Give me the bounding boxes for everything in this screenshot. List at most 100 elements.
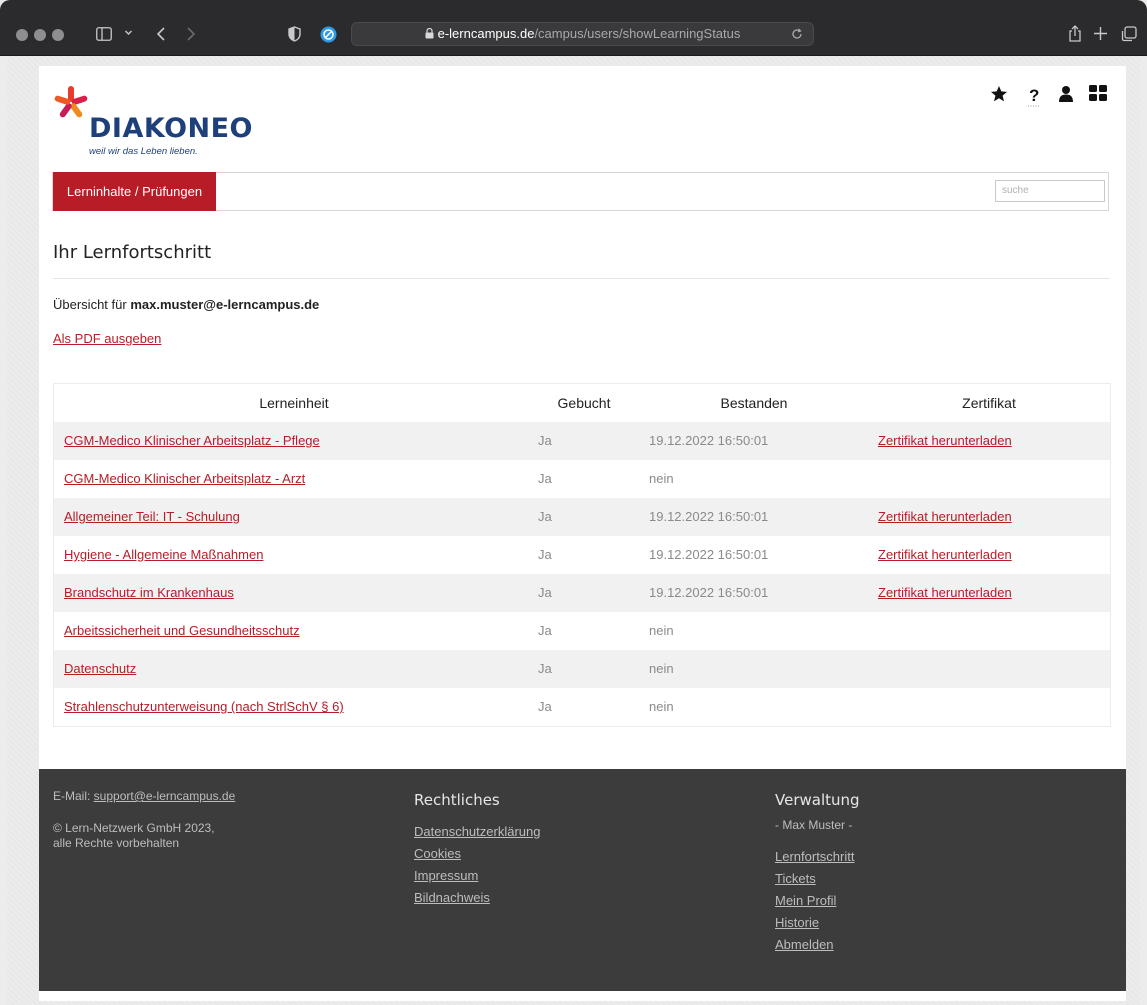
unit-link[interactable]: Allgemeiner Teil: IT - Schulung: [64, 498, 524, 536]
shield-icon[interactable]: [288, 26, 301, 45]
help-icon[interactable]: ?: [1027, 85, 1041, 112]
table-row: Strahlenschutzunterweisung (nach StrlSch…: [54, 688, 1110, 726]
lock-icon: [425, 28, 434, 39]
unit-link[interactable]: CGM-Medico Klinischer Arbeitsplatz - Pfl…: [64, 422, 524, 460]
table-row: CGM-Medico Klinischer Arbeitsplatz - Pfl…: [54, 422, 1110, 460]
booked-cell: Ja: [538, 661, 552, 676]
footer-link-privacy[interactable]: Datenschutzerklärung: [414, 821, 540, 843]
passed-cell: nein: [649, 661, 674, 676]
pdf-export-link[interactable]: Als PDF ausgeben: [53, 331, 161, 346]
footer-link-tickets[interactable]: Tickets: [775, 868, 860, 890]
footer-link-image-credits[interactable]: Bildnachweis: [414, 887, 540, 909]
logo-star-icon[interactable]: [54, 84, 88, 127]
overview-text: Übersicht für max.muster@e-lerncampus.de: [53, 297, 319, 312]
unit-link[interactable]: Brandschutz im Krankenhaus: [64, 574, 524, 612]
table-row: Brandschutz im Krankenhaus Ja 19.12.2022…: [54, 574, 1110, 612]
unit-link[interactable]: Hygiene - Allgemeine Maßnahmen: [64, 536, 524, 574]
logo-wordmark[interactable]: DIAKONEO: [89, 113, 253, 144]
footer-email-label: E-Mail:: [53, 789, 94, 803]
header-zertifikat: Zertifikat: [962, 395, 1016, 411]
passed-cell: nein: [649, 699, 674, 714]
grid-icon[interactable]: [1089, 85, 1107, 106]
table-row: Datenschutz Ja nein: [54, 650, 1110, 688]
booked-cell: Ja: [538, 509, 552, 524]
footer-legal-title: Rechtliches: [414, 791, 500, 809]
passed-cell: 19.12.2022 16:50:01: [649, 509, 769, 524]
zoom-window-button[interactable]: [52, 29, 64, 41]
nav-tab-learning-content[interactable]: Lerninhalte / Prüfungen: [53, 172, 216, 211]
table-header: Lerneinheit Gebucht Bestanden Zertifikat: [54, 384, 1110, 422]
footer-admin-column: Verwaltung - Max Muster - Lernfortschrit…: [775, 791, 860, 956]
header-icons: ?: [990, 85, 1110, 109]
tab-overview-icon[interactable]: [1121, 26, 1137, 45]
address-bar[interactable]: e-lerncampus.de/campus/users/showLearnin…: [351, 22, 814, 46]
footer-user-name: - Max Muster -: [775, 818, 853, 832]
footer-email: E-Mail: support@e-lerncampus.de: [53, 789, 235, 803]
unit-link[interactable]: Strahlenschutzunterweisung (nach StrlSch…: [64, 688, 524, 726]
passed-cell: 19.12.2022 16:50:01: [649, 547, 769, 562]
certificate-download-link[interactable]: Zertifikat herunterladen: [878, 498, 1012, 536]
booked-cell: Ja: [538, 585, 552, 600]
passed-cell: 19.12.2022 16:50:01: [649, 585, 769, 600]
certificate-download-link[interactable]: Zertifikat herunterladen: [878, 536, 1012, 574]
page-container: DIAKONEO weil wir das Leben lieben. ? Le…: [39, 66, 1126, 1001]
copyright-line-1: © Lern-Netzwerk GmbH 2023,: [53, 821, 215, 835]
footer-link-imprint[interactable]: Impressum: [414, 865, 540, 887]
user-icon[interactable]: [1058, 85, 1074, 108]
minimize-window-button[interactable]: [34, 29, 46, 41]
support-email-link[interactable]: support@e-lerncampus.de: [94, 789, 236, 803]
learning-status-table: Lerneinheit Gebucht Bestanden Zertifikat…: [53, 383, 1111, 727]
booked-cell: Ja: [538, 623, 552, 638]
table-row: Arbeitssicherheit und Gesundheitsschutz …: [54, 612, 1110, 650]
blocker-icon[interactable]: [320, 26, 337, 46]
chevron-down-icon[interactable]: [124, 28, 133, 40]
footer-link-history[interactable]: Historie: [775, 912, 860, 934]
overview-email: max.muster@e-lerncampus.de: [130, 297, 320, 312]
address-host: e-lerncampus.de: [437, 26, 535, 41]
copyright-line-2: alle Rechte vorbehalten: [53, 836, 180, 850]
unit-link[interactable]: Arbeitssicherheit und Gesundheitsschutz: [64, 612, 524, 650]
footer-link-progress[interactable]: Lernfortschritt: [775, 846, 860, 868]
main-navbar: Lerninhalte / Prüfungen suche: [52, 172, 1109, 211]
address-path: /campus/users/showLearningStatus: [534, 26, 741, 41]
unit-link[interactable]: Datenschutz: [64, 650, 524, 688]
close-window-button[interactable]: [16, 29, 28, 41]
table-row: Hygiene - Allgemeine Maßnahmen Ja 19.12.…: [54, 536, 1110, 574]
certificate-download-link[interactable]: Zertifikat herunterladen: [878, 574, 1012, 612]
footer-link-logout[interactable]: Abmelden: [775, 934, 860, 956]
footer-admin-title: Verwaltung: [775, 791, 860, 809]
passed-cell: 19.12.2022 16:50:01: [649, 433, 769, 448]
unit-link[interactable]: CGM-Medico Klinischer Arbeitsplatz - Arz…: [64, 460, 524, 498]
browser-toolbar: e-lerncampus.de/campus/users/showLearnin…: [0, 0, 1147, 56]
search-input[interactable]: suche: [995, 180, 1105, 202]
footer-link-cookies[interactable]: Cookies: [414, 843, 540, 865]
sidebar-toggle-icon[interactable]: [96, 27, 112, 44]
logo-tagline: weil wir das Leben lieben.: [89, 146, 198, 157]
forward-icon[interactable]: [186, 26, 196, 45]
booked-cell: Ja: [538, 433, 552, 448]
booked-cell: Ja: [538, 547, 552, 562]
star-icon[interactable]: [990, 85, 1008, 108]
back-icon[interactable]: [156, 26, 166, 45]
new-tab-icon[interactable]: [1093, 26, 1108, 44]
header-gebucht: Gebucht: [557, 395, 611, 411]
browser-window: e-lerncampus.de/campus/users/showLearnin…: [0, 0, 1147, 1005]
booked-cell: Ja: [538, 699, 552, 714]
overview-prefix: Übersicht für: [53, 297, 131, 312]
share-icon[interactable]: [1068, 25, 1082, 46]
page-title: Ihr Lernfortschritt: [53, 242, 212, 263]
web-viewport: DIAKONEO weil wir das Leben lieben. ? Le…: [7, 56, 1140, 1005]
footer-link-profile[interactable]: Mein Profil: [775, 890, 860, 912]
svg-text:?: ?: [1029, 86, 1039, 105]
footer-copyright: © Lern-Netzwerk GmbH 2023, alle Rechte v…: [53, 821, 215, 851]
page-footer: E-Mail: support@e-lerncampus.de © Lern-N…: [39, 769, 1126, 991]
table-row: CGM-Medico Klinischer Arbeitsplatz - Arz…: [54, 460, 1110, 498]
reload-icon[interactable]: [791, 23, 803, 47]
footer-legal-column: Rechtliches Datenschutzerklärung Cookies…: [414, 791, 540, 909]
passed-cell: nein: [649, 623, 674, 638]
header-lerneinheit: Lerneinheit: [259, 395, 329, 411]
title-divider: [53, 278, 1110, 279]
table-row: Allgemeiner Teil: IT - Schulung Ja 19.12…: [54, 498, 1110, 536]
certificate-download-link[interactable]: Zertifikat herunterladen: [878, 422, 1012, 460]
passed-cell: nein: [649, 471, 674, 486]
